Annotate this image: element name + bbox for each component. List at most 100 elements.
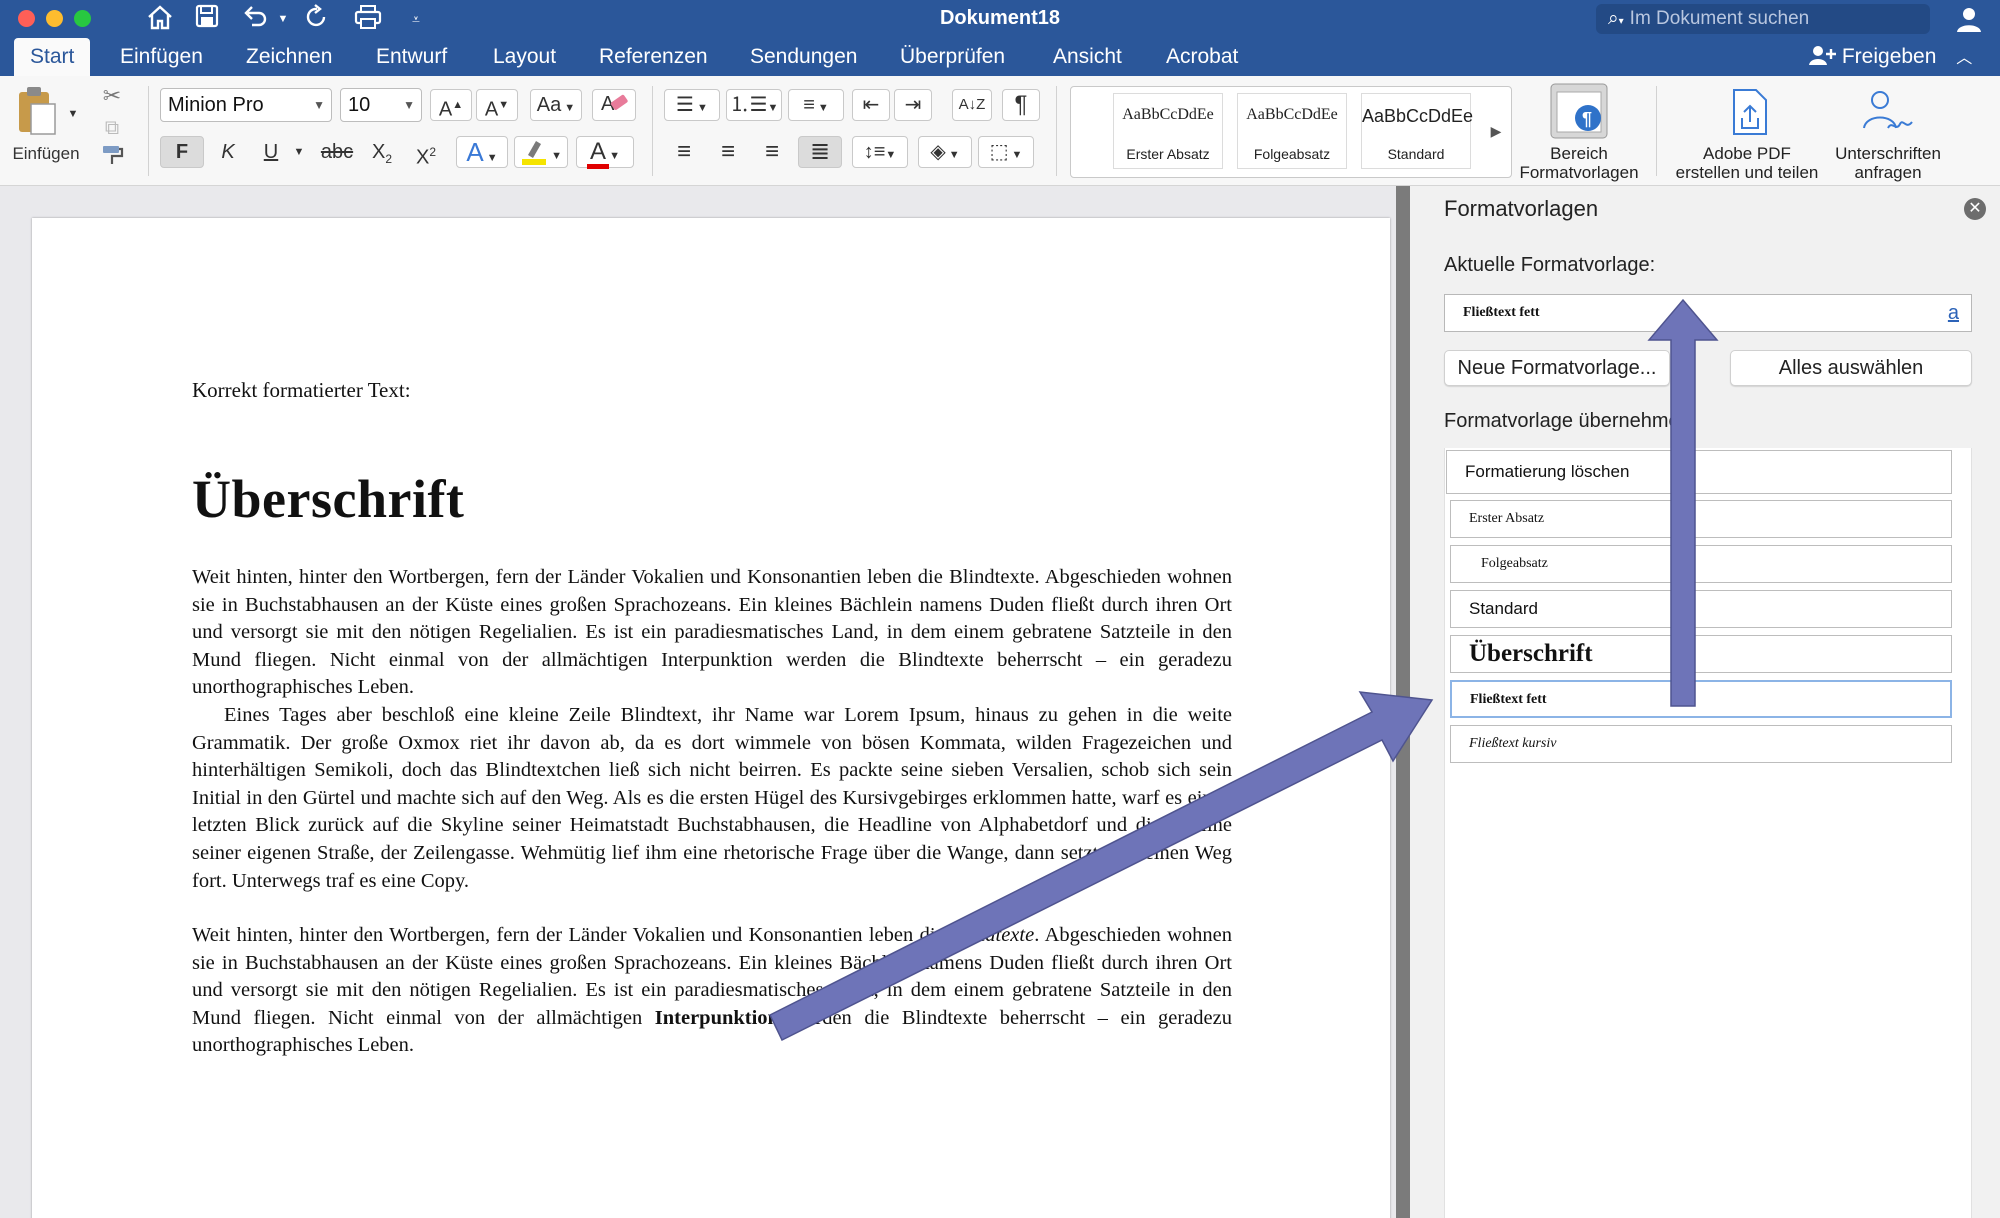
superscript-button[interactable]: X2	[406, 136, 446, 169]
title-bar: ▼ ⩡ Dokument18 ⌕▾ Im Dokument suchen	[0, 0, 2000, 38]
align-center-button[interactable]: ≡	[708, 136, 748, 168]
create-pdf-icon[interactable]	[1726, 88, 1774, 138]
style-item-ueberschrift[interactable]: Überschrift	[1450, 635, 1952, 673]
style-card-erster-absatz[interactable]: AaBbCcDdEe Erster Absatz	[1113, 93, 1223, 169]
new-style-button[interactable]: Neue Formatvorlage...	[1444, 350, 1670, 386]
font-name-combo[interactable]: Minion Pro ▼	[160, 88, 332, 122]
document-area[interactable]: Korrekt formatierter Text: Überschrift W…	[0, 186, 1396, 1218]
paste-icon[interactable]	[12, 84, 62, 138]
tab-ansicht[interactable]: Ansicht	[1037, 38, 1138, 76]
style-marker-icon: a	[1947, 302, 1959, 324]
user-icon[interactable]	[1954, 4, 1984, 34]
style-card-folgeabsatz[interactable]: AaBbCcDdEe Folgeabsatz	[1237, 93, 1347, 169]
tab-sendungen[interactable]: Sendungen	[734, 38, 873, 76]
style-item-fliesstext-kursiv[interactable]: Fließtext kursiv	[1450, 725, 1952, 763]
ribbon-separator	[1656, 86, 1657, 176]
ribbon-separator	[652, 86, 653, 176]
document-page[interactable]: Korrekt formatierter Text: Überschrift W…	[32, 218, 1390, 1218]
font-name-value: Minion Pro	[168, 94, 264, 116]
copy-icon[interactable]: ⧉	[98, 112, 126, 144]
tab-referenzen[interactable]: Referenzen	[583, 38, 724, 76]
tab-layout[interactable]: Layout	[477, 38, 572, 76]
paste-label: Einfügen	[12, 144, 80, 163]
pane-divider[interactable]	[1396, 186, 1410, 1218]
search-input[interactable]: ⌕▾ Im Dokument suchen	[1596, 4, 1930, 34]
text-effects-button[interactable]: A ▼	[456, 136, 508, 168]
increase-indent-button[interactable]: ⇥	[894, 89, 932, 121]
paste-dropdown-icon[interactable]: ▼	[66, 98, 80, 130]
font-size-value: 10	[348, 94, 371, 116]
justify-button[interactable]: ≣	[798, 136, 842, 168]
tab-ueberpruefen[interactable]: Überprüfen	[884, 38, 1021, 76]
style-item-clear-formatting[interactable]: Formatierung löschen	[1446, 450, 1952, 494]
bold-button[interactable]: F	[160, 136, 204, 168]
align-left-button[interactable]: ≡	[664, 136, 704, 168]
styles-pane-button[interactable]: ¶	[1548, 82, 1610, 142]
select-all-button[interactable]: Alles auswählen	[1730, 350, 1972, 386]
style-card-label: Folgeabsatz	[1253, 146, 1331, 162]
chevron-down-icon: ▼	[313, 98, 325, 112]
line-spacing-button[interactable]: ↕≡▼	[852, 136, 908, 168]
styles-pane-label: Bereich Formatvorlagen	[1519, 144, 1639, 182]
underline-dropdown-icon[interactable]: ▼	[292, 136, 306, 168]
add-person-icon	[1808, 45, 1842, 68]
style-card-label: Erster Absatz	[1126, 146, 1210, 162]
sort-button[interactable]: A↓Z	[952, 89, 992, 121]
tab-zeichnen[interactable]: Zeichnen	[230, 38, 348, 76]
tab-einfuegen[interactable]: Einfügen	[104, 38, 219, 76]
grow-font-button[interactable]: A▲	[430, 89, 472, 121]
style-preview: AaBbCcDdEe	[1362, 106, 1474, 126]
tab-acrobat[interactable]: Acrobat	[1150, 38, 1254, 76]
style-item-standard[interactable]: Standard	[1450, 590, 1952, 628]
svg-text:¶: ¶	[1582, 109, 1592, 129]
multilevel-list-button[interactable]: ≡ ▼	[788, 89, 844, 121]
bullets-button[interactable]: ☰ ▼	[664, 89, 720, 121]
gallery-more-icon[interactable]: ▶	[1485, 115, 1507, 147]
show-formatting-marks-button[interactable]: ¶	[1002, 89, 1040, 121]
font-size-combo[interactable]: 10 ▼	[340, 88, 422, 122]
request-signatures-icon[interactable]	[1860, 88, 1914, 138]
strikethrough-button[interactable]: abc	[314, 136, 360, 168]
current-style-field[interactable]: Fließtext fett a	[1444, 294, 1972, 332]
share-label: Freigeben	[1841, 45, 1937, 68]
intro-text[interactable]: Korrekt formatierter Text:	[192, 378, 411, 403]
ribbon: ▼ Einfügen ✂ ⧉ Minion Pro ▼ 10 ▼ A▲ A▼ Aa …	[0, 76, 2000, 186]
cut-icon[interactable]: ✂	[98, 80, 126, 112]
font-color-button[interactable]: A ▼	[576, 136, 634, 169]
chevron-down-icon: ▼	[403, 98, 415, 112]
clear-formatting-icon[interactable]: A	[592, 89, 636, 121]
style-item-fliesstext-fett[interactable]: Fließtext fett	[1450, 680, 1952, 718]
underline-button[interactable]: U	[254, 136, 288, 168]
italic-button[interactable]: K	[208, 136, 248, 168]
paragraph-2[interactable]: Eines Tages aber beschloß eine kleine Ze…	[192, 702, 1232, 895]
shading-button[interactable]: ◈ ▼	[918, 136, 972, 168]
style-item-folgeabsatz[interactable]: Folgeabsatz	[1450, 545, 1952, 583]
current-style-value: Fließtext fett	[1463, 305, 1540, 320]
shrink-font-button[interactable]: A▼	[476, 89, 518, 121]
share-button[interactable]: Freigeben ︿	[1808, 44, 1972, 72]
search-placeholder: Im Dokument suchen	[1629, 8, 1810, 29]
close-icon[interactable]: ✕	[1964, 198, 1986, 220]
style-preview: AaBbCcDdEe	[1246, 106, 1338, 123]
change-case-button[interactable]: Aa ▼	[530, 89, 582, 121]
align-right-button[interactable]: ≡	[752, 136, 792, 168]
borders-button[interactable]: ⬚ ▼	[978, 136, 1034, 168]
italic-word: Blindtexte	[951, 924, 1035, 946]
ribbon-separator	[148, 86, 149, 176]
style-item-erster-absatz[interactable]: Erster Absatz	[1450, 500, 1952, 538]
style-preview: AaBbCcDdEe	[1122, 106, 1214, 123]
collapse-ribbon-icon[interactable]: ︿	[1956, 50, 1972, 67]
tab-entwurf[interactable]: Entwurf	[360, 38, 463, 76]
paragraph-1[interactable]: Weit hinten, hinter den Wortbergen, fern…	[192, 564, 1232, 702]
tab-start[interactable]: Start	[14, 38, 91, 76]
numbering-button[interactable]: ⒈☰▼	[726, 89, 782, 121]
paragraph-3[interactable]: Weit hinten, hinter den Wortbergen, fern…	[192, 922, 1232, 1060]
search-icon: ⌕	[1608, 8, 1619, 29]
pane-title: Formatvorlagen	[1444, 196, 1599, 221]
format-painter-icon[interactable]	[98, 142, 126, 178]
highlight-color-button[interactable]: ▼	[514, 136, 568, 168]
subscript-button[interactable]: X2	[362, 136, 402, 168]
document-heading[interactable]: Überschrift	[192, 468, 464, 530]
style-card-standard[interactable]: AaBbCcDdEe Standard	[1361, 93, 1474, 169]
decrease-indent-button[interactable]: ⇤	[852, 89, 890, 121]
